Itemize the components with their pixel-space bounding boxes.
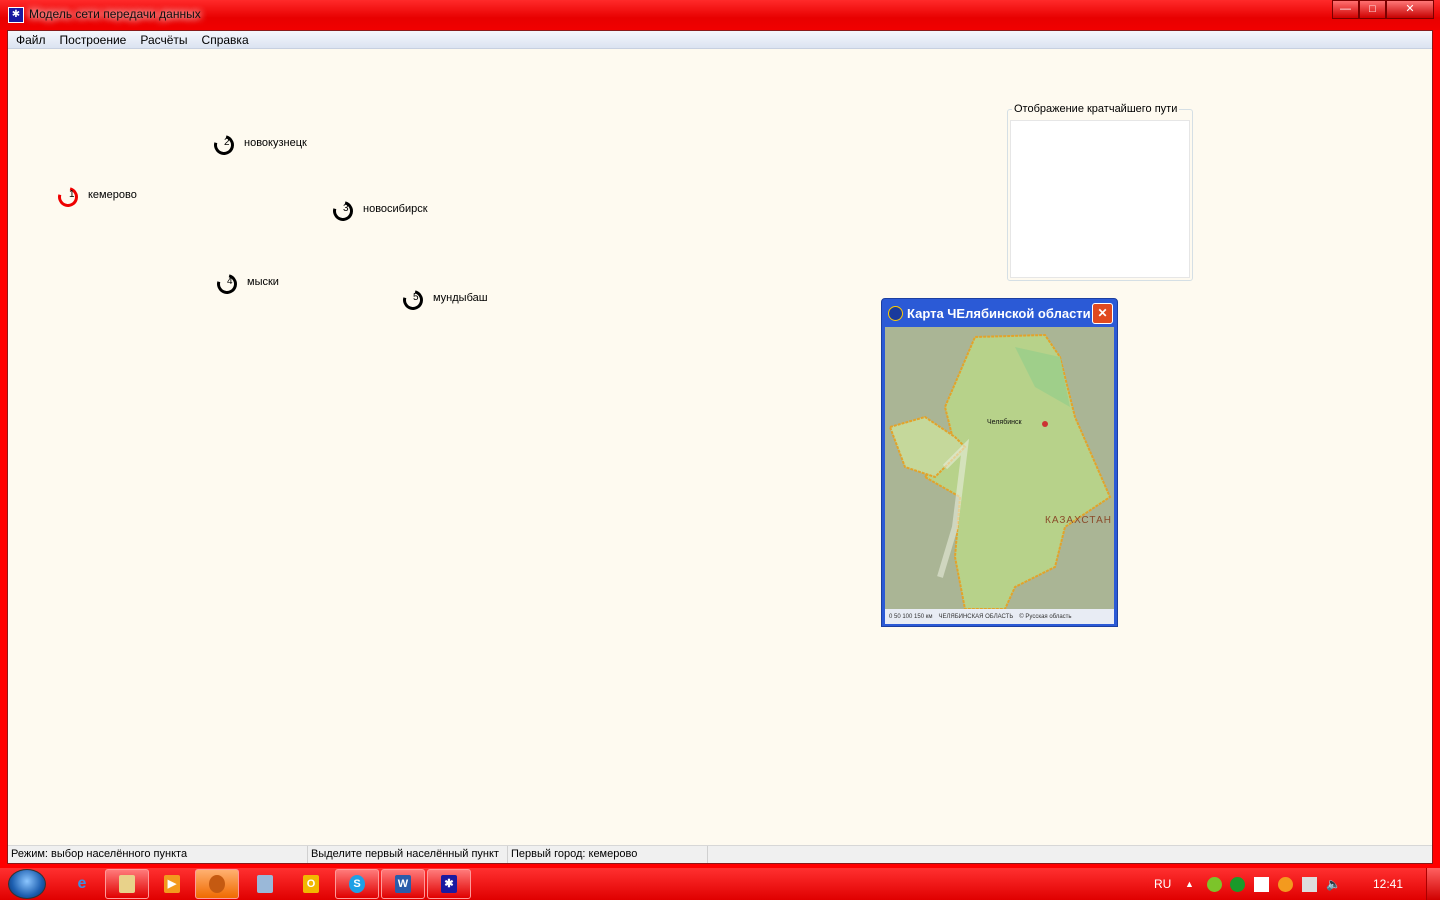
- firefox-icon: [209, 875, 225, 893]
- map-city-label: Челябинск: [987, 419, 1022, 426]
- maximize-button[interactable]: □: [1359, 0, 1386, 19]
- node-number: 1: [69, 189, 75, 200]
- taskbar-firefox[interactable]: [195, 869, 239, 899]
- status-hint: Выделите первый населённый пункт: [308, 846, 508, 863]
- map-close-button[interactable]: ✕: [1092, 303, 1113, 324]
- main-window: Файл Построение Расчёты Справка 1 кемеро…: [7, 30, 1433, 864]
- calculator-icon: [257, 875, 273, 893]
- map-region-label: КАЗАХСТАН: [1045, 515, 1112, 526]
- skype-icon: S: [349, 875, 365, 893]
- word-icon: W: [395, 875, 411, 893]
- volume-icon[interactable]: 🔈: [1326, 868, 1341, 900]
- menu-bar: Файл Построение Расчёты Справка: [8, 31, 1432, 49]
- shortest-path-group: Отображение кратчайшего пути: [1007, 103, 1193, 281]
- node-label: новосибирск: [363, 203, 428, 215]
- taskbar-word[interactable]: W: [381, 869, 425, 899]
- tray-check-icon[interactable]: [1207, 877, 1222, 892]
- language-indicator[interactable]: RU: [1154, 868, 1171, 900]
- close-button[interactable]: ✕: [1386, 0, 1434, 19]
- status-bar: Режим: выбор населённого пункта Выделите…: [8, 845, 1432, 863]
- taskbar-skype[interactable]: S: [335, 869, 379, 899]
- node-label: кемерово: [88, 189, 137, 201]
- chelyabinsk-map-image: Челябинск КАЗАХСТАН: [885, 327, 1114, 609]
- shortest-path-title: Отображение кратчайшего пути: [1012, 103, 1180, 115]
- network-canvas[interactable]: 1 кемерово 2 новокузнецк 3 новосибирск 4…: [8, 49, 1432, 846]
- map-footer: 0 50 100 150 км ЧЕЛЯБИНСКАЯ ОБЛАСТЬ © Ру…: [885, 609, 1114, 624]
- globe-icon: [888, 306, 903, 321]
- map-window-titlebar[interactable]: Карта ЧЕлябинской области ✕: [885, 299, 1114, 327]
- node-number: 3: [343, 203, 349, 214]
- media-player-icon: ▶: [164, 875, 180, 893]
- taskbar-calculator[interactable]: [243, 869, 287, 899]
- map-scale: 0 50 100 150 км: [889, 613, 933, 620]
- menu-build[interactable]: Построение: [53, 31, 134, 48]
- outlook-icon: O: [303, 875, 319, 893]
- map-footer-name: ЧЕЛЯБИНСКАЯ ОБЛАСТЬ: [938, 613, 1014, 620]
- show-desktop-button[interactable]: [1426, 868, 1440, 900]
- start-button[interactable]: [8, 869, 46, 899]
- status-mode: Режим: выбор населённого пункта: [8, 846, 308, 863]
- node-number: 2: [224, 137, 230, 148]
- menu-help[interactable]: Справка: [195, 31, 256, 48]
- show-hidden-icons[interactable]: ▲: [1185, 868, 1194, 900]
- tray-eye-icon[interactable]: [1230, 877, 1245, 892]
- clock[interactable]: 12:41: [1373, 868, 1403, 900]
- node-number: 4: [227, 276, 233, 287]
- folder-icon: [119, 875, 135, 893]
- shortest-path-display: [1010, 120, 1190, 278]
- taskbar-network-app[interactable]: ✱: [427, 869, 471, 899]
- network-icon[interactable]: [1302, 877, 1317, 892]
- node-label: новокузнецк: [244, 137, 307, 149]
- map-footer-right: © Русская область: [1019, 613, 1072, 620]
- taskbar-outlook[interactable]: O: [289, 869, 333, 899]
- tray-arrows-icon[interactable]: [1254, 877, 1269, 892]
- taskbar: e ▶ O S W ✱ RU ▲ 🔈 12:41: [0, 868, 1440, 900]
- menu-calc[interactable]: Расчёты: [133, 31, 194, 48]
- title-bar[interactable]: ✱ Модель сети передачи данных — □ ✕: [0, 0, 1440, 30]
- menu-file[interactable]: Файл: [9, 31, 53, 48]
- taskbar-ie[interactable]: e: [60, 869, 104, 899]
- status-first-city: Первый город: кемерово: [508, 846, 708, 863]
- node-label: мыски: [247, 276, 279, 288]
- map-window-title: Карта ЧЕлябинской области: [907, 306, 1091, 321]
- ie-icon: e: [77, 875, 87, 892]
- taskbar-media[interactable]: ▶: [150, 869, 194, 899]
- minimize-button[interactable]: —: [1332, 0, 1359, 19]
- tray-orange-icon[interactable]: [1278, 877, 1293, 892]
- map-window[interactable]: Карта ЧЕлябинской области ✕ Челябинск КА…: [881, 298, 1118, 627]
- window-title: Модель сети передачи данных: [29, 7, 201, 21]
- node-label: мундыбаш: [433, 292, 488, 304]
- app-icon: ✱: [8, 7, 24, 23]
- taskbar-explorer[interactable]: [105, 869, 149, 899]
- node-number: 5: [413, 292, 419, 303]
- node-circle-1[interactable]: [54, 183, 82, 211]
- app-icon: ✱: [441, 875, 457, 893]
